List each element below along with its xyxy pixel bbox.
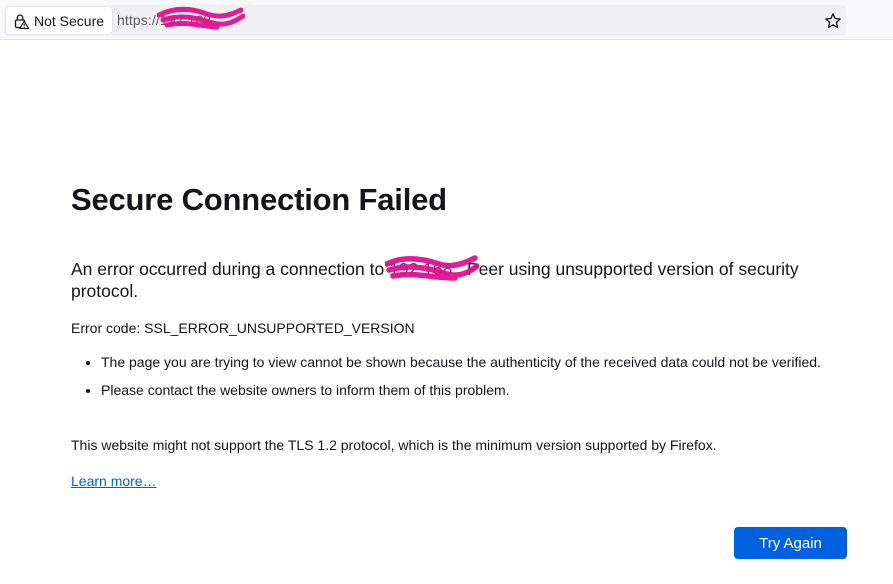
error-description: An error occurred during a connection to… <box>71 255 831 302</box>
redacted-host: 192.168. <box>385 255 480 281</box>
list-item: Please contact the website owners to inf… <box>101 380 831 400</box>
lock-warning-icon <box>14 14 29 29</box>
url-host-text: 192.168. <box>159 12 216 28</box>
url-scheme: https:// <box>117 12 160 28</box>
intro-before: An error occurred during a connection to <box>71 259 390 279</box>
not-secure-label: Not Secure <box>34 12 105 29</box>
error-details-list: The page you are trying to view cannot b… <box>71 352 831 408</box>
url-text[interactable]: https://192.168. <box>117 6 245 30</box>
address-bar[interactable]: Not Secure https://192.168. <box>4 5 846 36</box>
page-title: Secure Connection Failed <box>71 182 447 217</box>
try-again-button[interactable]: Try Again <box>734 527 847 559</box>
error-code: Error code: SSL_ERROR_UNSUPPORTED_VERSIO… <box>71 320 415 336</box>
list-item: The page you are trying to view cannot b… <box>101 352 831 372</box>
learn-more-link[interactable]: Learn more… <box>71 473 157 489</box>
tls-note: This website might not support the TLS 1… <box>71 437 717 453</box>
browser-toolbar: Not Secure https://192.168. <box>0 0 893 40</box>
redaction-scribble <box>385 255 480 281</box>
bookmark-star-icon[interactable] <box>824 12 842 30</box>
site-identity-button[interactable]: Not Secure <box>6 7 113 34</box>
url-host: 192.168. <box>160 12 215 28</box>
